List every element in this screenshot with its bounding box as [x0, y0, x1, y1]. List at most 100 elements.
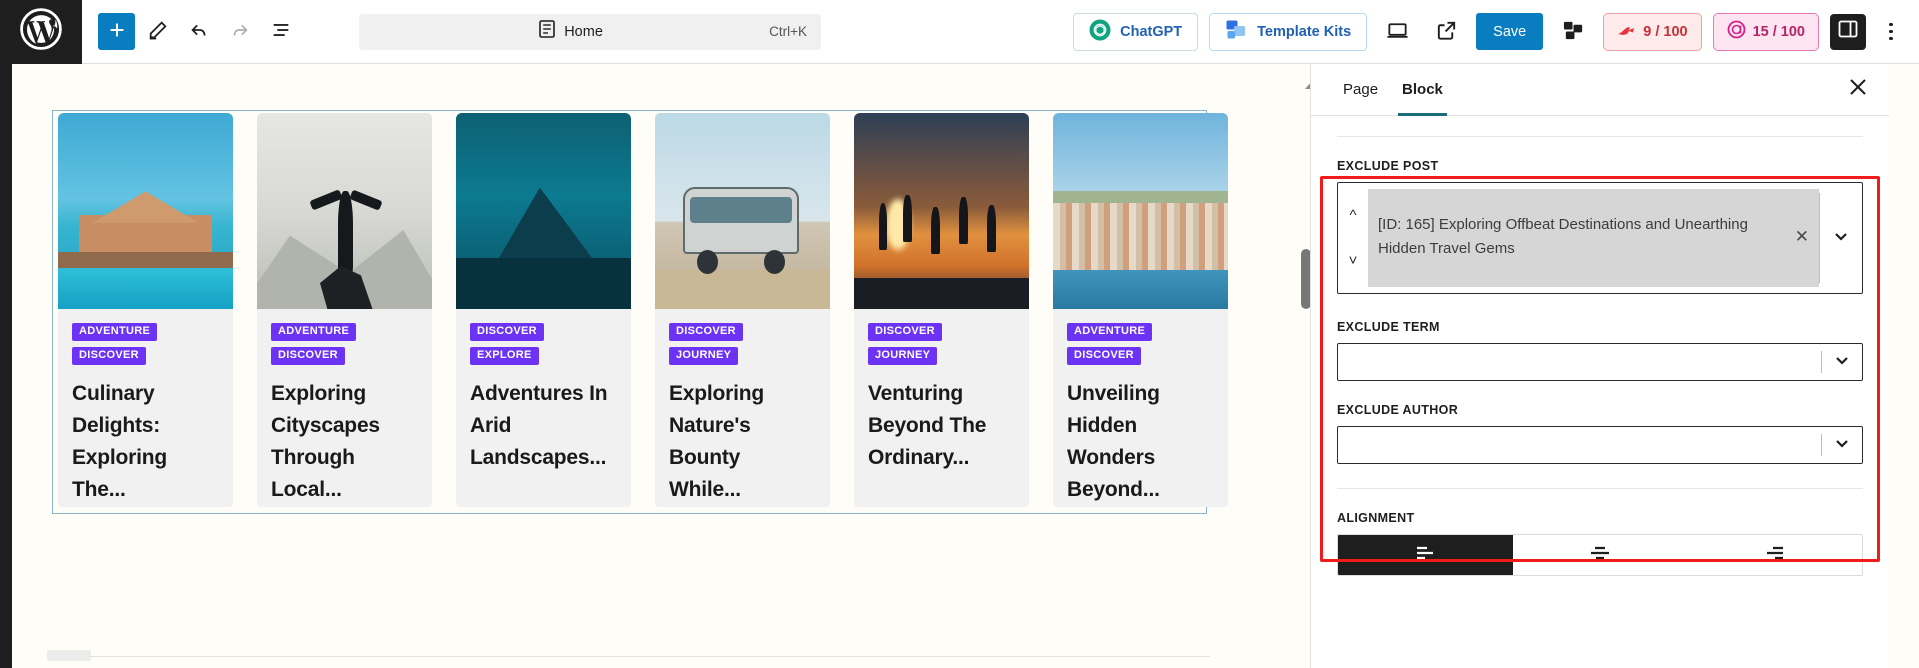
post-title[interactable]: Exploring Nature's Bounty While... — [669, 378, 816, 507]
settings-sidebar-toggle[interactable] — [1830, 13, 1866, 50]
post-thumbnail[interactable] — [58, 113, 233, 309]
post-title[interactable]: Culinary Delights: Exploring The... — [72, 378, 219, 507]
close-x-icon — [1849, 78, 1867, 101]
align-center-button[interactable] — [1512, 535, 1688, 575]
chevron-down-icon — [1834, 352, 1850, 373]
kebab-menu-icon — [1889, 22, 1893, 27]
post-tags: DISCOVER JOURNEY — [868, 323, 1015, 365]
tab-page[interactable]: Page — [1331, 64, 1390, 116]
post-thumbnail[interactable] — [456, 113, 631, 309]
vintage-van-beach-photo — [655, 113, 830, 309]
exclude-post-label: EXCLUDE POST — [1337, 159, 1439, 173]
post-title[interactable]: Unveiling Hidden Wonders Beyond... — [1067, 378, 1214, 507]
chatgpt-button[interactable]: ChatGPT — [1073, 12, 1199, 51]
block-settings-panel: Page Block EXCLUDE POST ^ ˅ [ID: 165] Ex… — [1310, 64, 1889, 668]
page-icon — [539, 20, 556, 43]
woman-on-mountain-photo — [257, 113, 432, 309]
post-thumbnail[interactable] — [1053, 113, 1228, 309]
exclude-term-label: EXCLUDE TERM — [1337, 320, 1440, 334]
post-card[interactable]: ADVENTURE DISCOVER Culinary Delights: Ex… — [58, 113, 233, 507]
exclude-term-dropdown-toggle[interactable] — [1822, 352, 1862, 373]
blocks-stack-icon — [1562, 19, 1585, 45]
post-tag[interactable]: ADVENTURE — [72, 323, 158, 341]
undo-button[interactable] — [180, 13, 217, 50]
alignment-field: ALIGNMENT — [1311, 489, 1889, 576]
template-kits-button[interactable]: Template Kits — [1209, 12, 1368, 51]
post-title[interactable]: Adventures In Arid Landscapes... — [470, 378, 617, 474]
exclude-author-select[interactable] — [1337, 426, 1863, 464]
template-kits-label: Template Kits — [1257, 23, 1352, 40]
post-tag[interactable]: JOURNEY — [669, 347, 739, 365]
add-block-button[interactable] — [98, 13, 135, 50]
post-tag[interactable]: DISCOVER — [271, 347, 345, 365]
post-card[interactable]: ADVENTURE DISCOVER Exploring Cityscapes … — [257, 113, 432, 507]
align-right-button[interactable] — [1687, 535, 1862, 575]
redo-button[interactable] — [221, 13, 258, 50]
post-tag[interactable]: DISCOVER — [669, 323, 743, 341]
save-button[interactable]: Save — [1476, 13, 1544, 50]
toolbar-right-group: ChatGPT Template Kits Save 9 / 100 15 / … — [1073, 12, 1919, 51]
plugins-button[interactable] — [1554, 13, 1592, 51]
selected-post-chip[interactable]: [ID: 165] Exploring Offbeat Destinations… — [1368, 189, 1819, 287]
close-sidebar-button[interactable] — [1841, 73, 1875, 107]
preview-button[interactable] — [1378, 13, 1416, 51]
editor-top-toolbar: Home Ctrl+K ChatGPT Template Kits Save 9… — [0, 0, 1919, 64]
editor-canvas[interactable]: ADVENTURE DISCOVER Culinary Delights: Ex… — [12, 64, 1266, 668]
post-card[interactable]: DISCOVER EXPLORE Adventures In Arid Land… — [456, 113, 631, 507]
list-view-button[interactable] — [262, 13, 299, 50]
rank-math-icon — [1617, 22, 1636, 42]
ai-target-icon — [1727, 20, 1746, 43]
post-thumbnail[interactable] — [854, 113, 1029, 309]
exclude-author-dropdown-toggle[interactable] — [1822, 435, 1862, 456]
chatgpt-logo-icon — [1089, 19, 1111, 45]
edit-mode-button[interactable] — [139, 13, 176, 50]
post-card[interactable]: ADVENTURE DISCOVER Unveiling Hidden Wond… — [1053, 113, 1228, 507]
view-site-button[interactable] — [1427, 13, 1465, 51]
undo-arrow-icon — [188, 19, 210, 44]
tab-block[interactable]: Block — [1390, 64, 1455, 116]
canvas-footer-chip — [47, 650, 91, 661]
exclude-term-field: EXCLUDE TERM — [1311, 294, 1889, 381]
post-tag[interactable]: EXPLORE — [470, 347, 539, 365]
redo-arrow-icon — [229, 19, 251, 44]
post-tag[interactable]: DISCOVER — [72, 347, 146, 365]
post-thumbnail[interactable] — [257, 113, 432, 309]
post-card[interactable]: DISCOVER JOURNEY Venturing Beyond The Or… — [854, 113, 1029, 507]
chevron-up-icon[interactable]: ^ — [1349, 208, 1356, 223]
exclude-post-field: EXCLUDE POST ^ ˅ [ID: 165] Exploring Off… — [1311, 137, 1889, 294]
ai-score-button[interactable]: 15 / 100 — [1712, 12, 1819, 51]
overwater-bungalow-photo — [58, 113, 233, 309]
canvas-scrollbar[interactable] — [1282, 64, 1319, 668]
post-title[interactable]: Venturing Beyond The Ordinary... — [868, 378, 1015, 474]
pencil-icon — [147, 19, 169, 44]
seo-score-button[interactable]: 9 / 100 — [1603, 12, 1702, 51]
more-options-button[interactable] — [1877, 14, 1905, 50]
alignment-label: ALIGNMENT — [1337, 511, 1415, 525]
post-tag[interactable]: DISCOVER — [868, 323, 942, 341]
command-bar[interactable]: Home Ctrl+K — [359, 13, 821, 50]
multiselect-spinner[interactable]: ^ ˅ — [1338, 183, 1368, 293]
post-tag[interactable]: DISCOVER — [470, 323, 544, 341]
align-center-icon — [1589, 544, 1611, 567]
post-tag[interactable]: ADVENTURE — [271, 323, 357, 341]
exclude-term-select[interactable] — [1337, 343, 1863, 381]
post-tag[interactable]: ADVENTURE — [1067, 323, 1153, 341]
settings-sidebar-region: Page Block EXCLUDE POST ^ ˅ [ID: 165] Ex… — [1266, 64, 1919, 668]
exclude-post-dropdown-toggle[interactable] — [1820, 183, 1862, 293]
align-left-button[interactable] — [1338, 535, 1513, 575]
wordpress-logo-button[interactable] — [0, 0, 82, 64]
chevron-down-icon[interactable]: ˅ — [1349, 253, 1358, 268]
command-bar-shortcut: Ctrl+K — [769, 24, 807, 39]
coastal-town-harbor-photo — [1053, 113, 1228, 309]
post-title[interactable]: Exploring Cityscapes Through Local... — [271, 378, 418, 507]
primary-tools — [82, 13, 299, 50]
external-link-icon — [1435, 19, 1458, 45]
post-tags: ADVENTURE DISCOVER — [271, 323, 418, 365]
post-card[interactable]: DISCOVER JOURNEY Exploring Nature's Boun… — [655, 113, 830, 507]
post-tag[interactable]: DISCOVER — [1067, 347, 1141, 365]
chip-remove-x-icon[interactable]: ✕ — [1787, 223, 1809, 251]
sidebar-panel-icon — [1837, 18, 1859, 45]
post-tag[interactable]: JOURNEY — [868, 347, 938, 365]
post-thumbnail[interactable] — [655, 113, 830, 309]
exclude-post-multiselect[interactable]: ^ ˅ [ID: 165] Exploring Offbeat Destinat… — [1337, 182, 1863, 294]
